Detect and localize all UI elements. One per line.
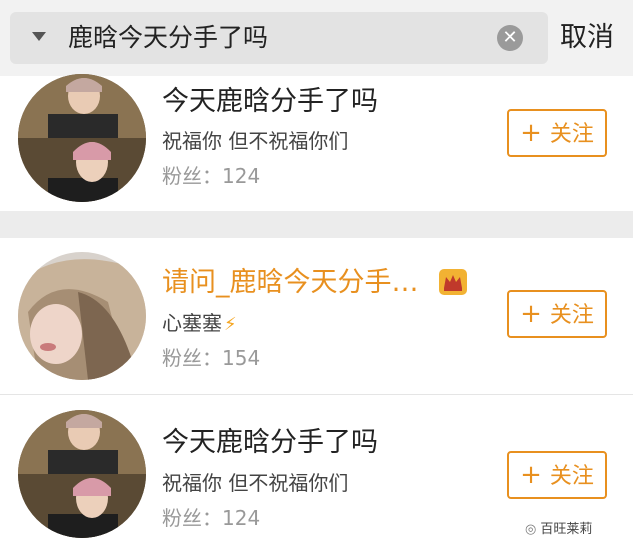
search-bar: 鹿晗今天分手了吗 ✕ 取消 [0,0,633,76]
result-description: 心塞塞 ⚡ [162,310,237,338]
plus-icon: + [520,299,542,329]
fans-count: 粉丝：154 [162,346,261,370]
lightning-icon: ⚡ [224,314,237,335]
avatar[interactable] [18,410,146,538]
cancel-button[interactable]: 取消 [560,20,614,56]
avatar[interactable] [18,74,146,202]
plus-icon: + [520,118,542,148]
list-item[interactable]: 今天鹿晗分手了吗 祝福你 但不祝福你们 粉丝：124 + 关注 [0,74,633,211]
search-box[interactable]: 鹿晗今天分手了吗 ✕ [10,12,548,64]
result-name[interactable]: 今天鹿晗分手了吗 [162,426,378,460]
result-description: 祝福你 但不祝福你们 [162,129,349,153]
fans-count: 粉丝：124 [162,506,261,530]
watermark: ◎ 百旺莱莉 [525,522,593,537]
plus-icon: + [520,460,542,490]
wechat-icon: ◎ [525,522,537,537]
result-description: 祝福你 但不祝福你们 [162,471,349,495]
follow-button[interactable]: + 关注 [507,290,607,338]
crown-icon [439,269,467,295]
result-name[interactable]: 请问_鹿晗今天分手… [162,266,419,300]
fans-count: 粉丝：124 [162,164,261,188]
result-name[interactable]: 今天鹿晗分手了吗 [162,85,378,119]
follow-button[interactable]: + 关注 [507,451,607,499]
avatar[interactable] [18,252,146,380]
dropdown-caret-icon[interactable] [32,32,46,41]
clear-icon[interactable]: ✕ [497,25,523,51]
list-item[interactable]: 请问_鹿晗今天分手… 心塞塞 ⚡ 粉丝：154 + 关注 [0,238,633,395]
follow-button[interactable]: + 关注 [507,109,607,157]
search-input[interactable]: 鹿晗今天分手了吗 [68,22,268,54]
section-divider [0,211,633,238]
